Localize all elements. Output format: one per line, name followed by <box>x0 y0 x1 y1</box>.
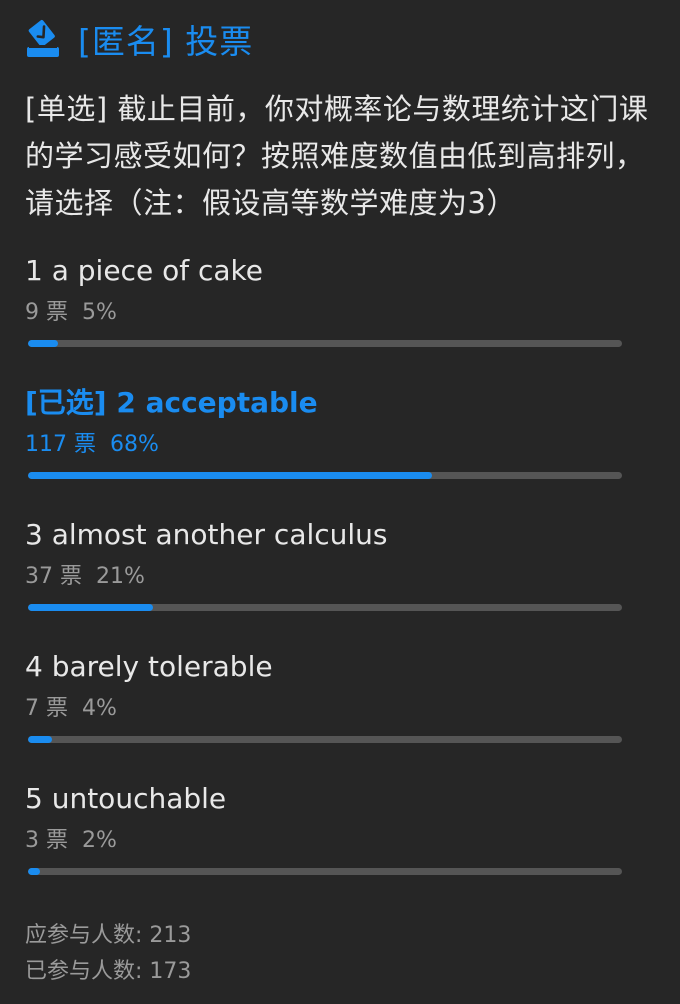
option-label: 1 a piece of cake <box>25 254 263 287</box>
option-stats: 37 票 21% <box>25 564 625 590</box>
option-bar-track <box>28 472 622 479</box>
poll-title: [匿名] 投票 <box>78 22 254 61</box>
option-label: [已选] 2 acceptable <box>25 386 318 419</box>
poll-option-5[interactable]: 5 untouchable 3 票 2% <box>25 782 625 875</box>
option-votes: 3 票 <box>25 828 68 853</box>
poll-option-1[interactable]: 1 a piece of cake 9 票 5% <box>25 254 625 347</box>
option-bar-track <box>28 868 622 875</box>
option-bar-track <box>28 604 622 611</box>
option-bar-track <box>28 736 622 743</box>
poll-question: [单选] 截止目前，你对概率论与数理统计这门课的学习感受如何？按照难度数值由低到… <box>25 92 649 220</box>
option-percent: 68% <box>110 432 159 457</box>
poll-option-2[interactable]: [已选] 2 acceptable 117 票 68% <box>25 386 625 479</box>
poll-option-3[interactable]: 3 almost another calculus 37 票 21% <box>25 518 625 611</box>
option-percent: 2% <box>82 828 117 853</box>
option-bar-fill <box>28 736 52 743</box>
option-label: 5 untouchable <box>25 782 227 815</box>
option-votes: 37 票 <box>25 564 82 589</box>
poll-option-4[interactable]: 4 barely tolerable 7 票 4% <box>25 650 625 743</box>
option-percent: 4% <box>82 696 117 721</box>
option-percent: 5% <box>82 300 117 325</box>
ballot-box-icon <box>24 19 62 59</box>
actual-participants: 已参与人数: 173 <box>25 959 192 984</box>
option-stats: 117 票 68% <box>25 432 625 458</box>
option-label: 4 barely tolerable <box>25 650 273 683</box>
option-bar-fill <box>28 472 432 479</box>
option-stats: 3 票 2% <box>25 828 625 854</box>
option-votes: 7 票 <box>25 696 68 721</box>
option-bar-fill <box>28 604 153 611</box>
expected-participants: 应参与人数: 213 <box>25 923 192 948</box>
option-votes: 117 票 <box>25 432 96 457</box>
poll-footer: 应参与人数: 213 已参与人数: 173 <box>25 918 191 990</box>
option-label: 3 almost another calculus <box>25 518 388 551</box>
option-percent: 21% <box>96 564 145 589</box>
option-bar-track <box>28 340 622 347</box>
option-stats: 9 票 5% <box>25 300 625 326</box>
option-bar-fill <box>28 868 40 875</box>
option-votes: 9 票 <box>25 300 68 325</box>
poll-header: [匿名] 投票 <box>24 14 253 64</box>
option-bar-fill <box>28 340 58 347</box>
option-stats: 7 票 4% <box>25 696 625 722</box>
